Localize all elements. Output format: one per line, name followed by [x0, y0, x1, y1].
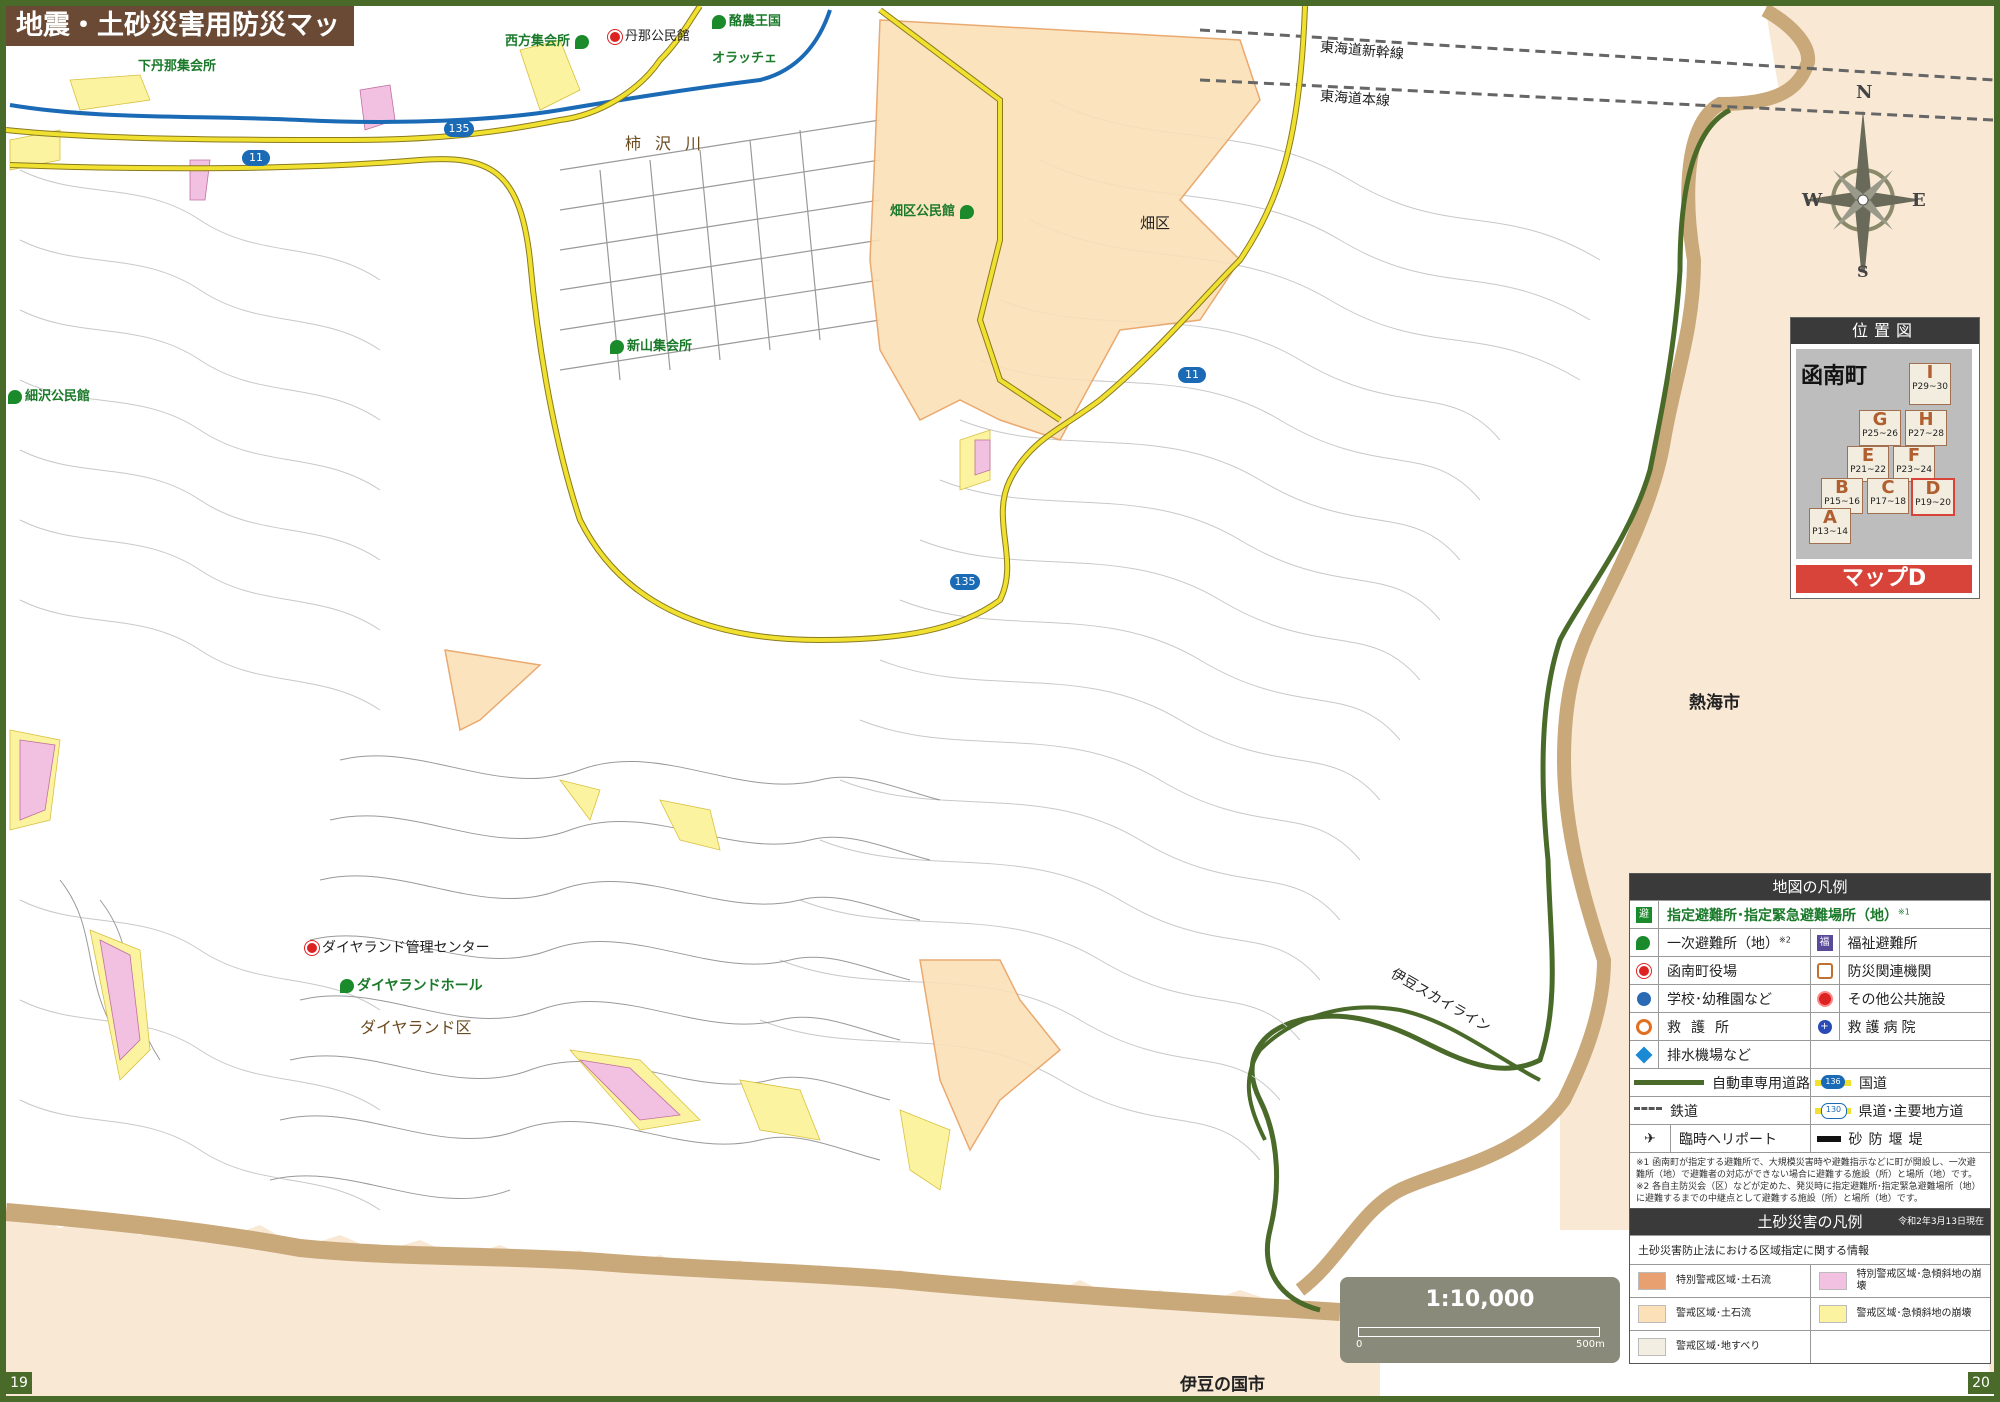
legend-row: 避 指定避難所･指定緊急避難場所（地）※1 — [1630, 900, 1990, 928]
shelter-icon — [574, 34, 589, 49]
place-shimotanna[interactable]: 下丹那集会所 — [138, 55, 216, 74]
legend-row: 函南町役場 防災関連機関 — [1630, 956, 1990, 984]
pump-station-icon — [1635, 1046, 1653, 1063]
legend-row: 警戒区域･土石流 警戒区域･急傾斜地の崩壊 — [1630, 1297, 1990, 1330]
locator-header: 位置図 — [1791, 318, 1979, 344]
scale-ratio: 1:10,000 — [1425, 1287, 1535, 1312]
city-atami: 熱海市 — [1689, 693, 1740, 713]
legend-row: 学校･幼稚園など その他公共施設 — [1630, 984, 1990, 1012]
legend-row: 排水機場など — [1630, 1040, 1990, 1068]
rescue-station-icon — [1636, 1018, 1652, 1035]
legend-designated: 指定避難所･指定緊急避難場所（地） — [1667, 907, 1898, 924]
current-map-label: マップD — [1796, 565, 1972, 593]
swatch — [1638, 1305, 1666, 1323]
place-nishikata[interactable]: 西方集会所 — [505, 30, 592, 49]
city-izunokuni: 伊豆の国市 — [1180, 1375, 1265, 1395]
scale-bar-line — [1358, 1327, 1600, 1337]
primary-shelter-icon — [1635, 935, 1650, 950]
map-legend-header: 地図の凡例 — [1630, 874, 1990, 900]
disaster-org-icon — [1816, 962, 1833, 979]
page-number-left: 19 — [6, 1372, 32, 1394]
legend-row: 自動車専用道路 136 国道 — [1630, 1068, 1990, 1096]
place-shinyama[interactable]: 新山集会所 — [610, 335, 692, 354]
place-dialand-center[interactable]: ダイヤランド管理センター — [305, 937, 490, 957]
sediment-legend-subtitle: 土砂災害防止法における区域指定に関する情報 — [1630, 1235, 1990, 1264]
locator-sheet-i[interactable]: I P29~30 — [1909, 363, 1951, 405]
swatch — [1638, 1272, 1666, 1290]
scale-bar: 1:10,000 0 500m — [1340, 1277, 1620, 1363]
swatch — [1818, 1272, 1847, 1290]
prefectural-road-icon: 130 — [1814, 1102, 1851, 1119]
shelter-icon — [610, 339, 624, 354]
district-hatakeku: 畑区 — [1140, 214, 1171, 232]
locator-sheet-d[interactable]: D P19~20 — [1911, 478, 1955, 516]
welfare-shelter-icon: 福 — [1816, 934, 1833, 951]
hospital-icon: + — [1817, 1019, 1832, 1034]
shelter-icon — [959, 204, 974, 219]
legend-row: ✈ 臨時ヘリポート 砂防堰堤 — [1630, 1124, 1990, 1152]
route-11-badge: 11 — [1178, 367, 1206, 383]
compass-rose: N S W E — [1802, 82, 1926, 290]
locator-sheet-g[interactable]: G P25~26 — [1859, 410, 1901, 446]
legend-row: 鉄道 130 県道･主要地方道 — [1630, 1096, 1990, 1124]
public-facility-icon — [1816, 990, 1833, 1007]
map-title: 地震・土砂災害用防災マップ — [6, 6, 354, 81]
shelter-icon — [8, 389, 22, 404]
legend-notes: ※1 函南町が指定する避難所で、大規模災害時や避難指示などに町が開設し、一次避難… — [1630, 1152, 1990, 1209]
map-legend: 地図の凡例 避 指定避難所･指定緊急避難場所（地）※1 一次避難所（地）※2 福… — [1629, 873, 1991, 1210]
place-dialand-hall[interactable]: ダイヤランドホール — [340, 975, 483, 995]
swatch — [1818, 1305, 1847, 1323]
shelter-icon — [340, 979, 354, 993]
national-road-icon: 136 — [1815, 1074, 1851, 1089]
railway-line-icon — [1634, 1107, 1662, 1114]
place-hatakeku-hall[interactable]: 畑区公民館 — [890, 200, 977, 219]
place-orachi: オラッチェ — [712, 51, 778, 66]
locator-town-name: 函南町 — [1801, 364, 1868, 389]
locator-sheet-c[interactable]: C P17~18 — [1867, 478, 1909, 514]
legend-row: 特別警戒区域･土石流 特別警戒区域･急傾斜地の崩壊 — [1630, 1264, 1990, 1297]
route-11-badge: 11 — [242, 150, 270, 166]
town-office-icon — [1637, 963, 1651, 978]
legend-row: 一次避難所（地）※2 福 福祉避難所 — [1630, 928, 1990, 956]
helicopter-icon: ✈ — [1644, 1130, 1656, 1147]
place-hosozawa[interactable]: 細沢公民館 — [8, 385, 90, 404]
route-135-badge: 135 — [444, 121, 474, 137]
designated-shelter-icon: 避 — [1636, 906, 1652, 923]
school-icon — [1637, 991, 1651, 1006]
locator-sheet-f[interactable]: F P23~24 — [1893, 446, 1935, 482]
swatch — [1638, 1338, 1666, 1356]
expressway-line-icon — [1634, 1080, 1704, 1085]
district-dialand: ダイヤランド区 — [360, 1018, 472, 1037]
legend-row: 救護所 + 救護病院 — [1630, 1012, 1990, 1040]
public-facility-icon — [608, 29, 622, 44]
public-facility-icon — [305, 941, 319, 955]
sediment-legend-header: 土砂災害の凡例 令和2年3月13日現在 — [1630, 1209, 1990, 1235]
locator-sheet-a[interactable]: A P13~14 — [1809, 508, 1851, 544]
river-label: 柿沢川 — [625, 134, 716, 153]
route-135-badge: 135 — [950, 574, 980, 590]
place-tanna[interactable]: 丹那公民館 — [608, 25, 690, 44]
page-number-right: 20 — [1968, 1372, 1994, 1394]
locator-sheet-h[interactable]: H P27~28 — [1905, 410, 1947, 446]
legend-row: 警戒区域･地すべり — [1630, 1330, 1990, 1363]
shelter-icon — [712, 14, 726, 29]
sediment-legend: 土砂災害の凡例 令和2年3月13日現在 土砂災害防止法における区域指定に関する情報… — [1629, 1208, 1991, 1364]
sabo-dam-icon — [1816, 1135, 1841, 1142]
place-rakuno[interactable]: 酪農王国 — [712, 10, 781, 29]
compass-icon — [1803, 110, 1923, 290]
locator-map: 位置図 函南町 I P29~30 G P25~26 H P27~28 E P21~22 … — [1790, 317, 1980, 599]
